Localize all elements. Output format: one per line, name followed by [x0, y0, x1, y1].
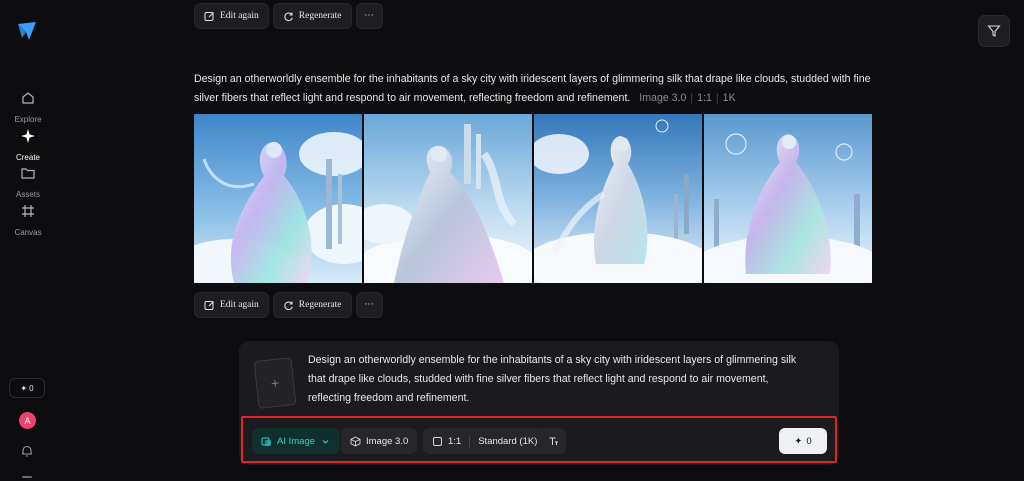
nav-create-label: Create: [15, 153, 40, 162]
credits-count: 0: [29, 383, 34, 393]
regenerate-label: Regenerate: [298, 300, 342, 310]
edit-again-label: Edit again: [220, 11, 259, 21]
home-icon: [22, 92, 34, 104]
sidebar: Explore Create Assets Canvas ✦ 0 A: [0, 0, 56, 481]
model-label: Image 3.0: [366, 435, 409, 447]
sparkle-icon: [21, 129, 35, 143]
ratio-label: 1:1: [448, 435, 462, 447]
text-style-button[interactable]: [541, 428, 566, 454]
refresh-icon: [284, 301, 293, 310]
generated-images: [194, 114, 872, 283]
meta-model: Image 3.0: [639, 92, 687, 104]
image-3-art: [534, 114, 702, 283]
plus-icon: +: [270, 374, 280, 392]
regenerate-button[interactable]: Regenerate: [272, 292, 352, 318]
quality-label: Standard (1K): [478, 435, 538, 447]
logo-star-icon[interactable]: [16, 20, 38, 42]
ai-image-icon: [261, 437, 271, 446]
credits-pill[interactable]: ✦ 0: [9, 378, 45, 398]
divider: [469, 435, 471, 447]
chevron-down-icon: [322, 439, 329, 444]
folder-icon: [21, 168, 35, 179]
more-button[interactable]: ···: [355, 292, 383, 318]
text-format-icon: [549, 437, 558, 445]
edit-again-label: Edit again: [220, 300, 259, 310]
generate-button[interactable]: ✦ 0: [779, 428, 827, 454]
nav-assets[interactable]: Assets: [0, 165, 56, 202]
reference-image-upload[interactable]: +: [253, 357, 297, 409]
mode-label: AI Image: [277, 435, 316, 447]
more-button[interactable]: ···: [355, 3, 383, 29]
generate-cost: 0: [806, 435, 812, 447]
nav-canvas-label: Canvas: [14, 228, 42, 237]
mode-select[interactable]: AI Image: [252, 428, 341, 454]
nav-create[interactable]: Create: [0, 128, 56, 165]
filter-button[interactable]: [978, 15, 1010, 47]
edit-icon: [204, 300, 214, 310]
filter-icon: [987, 25, 1001, 37]
generation-prompt: Design an otherworldly ensemble for the …: [194, 70, 894, 108]
prompt-text: Design an otherworldly ensemble for the …: [194, 73, 871, 104]
refresh-icon: [284, 12, 293, 21]
generated-image-3[interactable]: [534, 114, 702, 283]
credit-icon: ✦: [20, 383, 28, 393]
size-select[interactable]: 1:1 Standard (1K): [423, 428, 547, 454]
generated-image-2[interactable]: [364, 114, 532, 283]
image-4-art: [704, 114, 872, 283]
regenerate-label: Regenerate: [298, 11, 342, 21]
generated-image-1[interactable]: [194, 114, 362, 283]
regenerate-button[interactable]: Regenerate: [272, 3, 352, 29]
cube-icon: [350, 435, 361, 447]
meta-ratio: 1:1: [697, 92, 712, 104]
nav-assets-label: Assets: [15, 190, 40, 199]
edit-icon: [204, 11, 214, 21]
more-icon: ···: [364, 11, 374, 21]
nav-explore[interactable]: Explore: [0, 90, 56, 127]
aspect-ratio-icon: [433, 436, 442, 446]
nav-canvas[interactable]: Canvas: [0, 203, 56, 240]
generated-image-4[interactable]: [704, 114, 872, 283]
avatar[interactable]: A: [19, 412, 36, 429]
image-1-art: [194, 114, 362, 283]
more-icon: ···: [364, 300, 374, 310]
image-2-art: [364, 114, 532, 283]
menu-handle[interactable]: [22, 476, 32, 478]
generation-meta: Image 3.0 | 1:1 | 1K: [639, 92, 736, 104]
nav-explore-label: Explore: [14, 115, 42, 124]
bell-icon[interactable]: [20, 444, 34, 458]
edit-again-button[interactable]: Edit again: [194, 292, 269, 318]
grid-icon: [22, 205, 34, 217]
action-row-top: Edit again Regenerate ···: [194, 3, 383, 29]
prompt-input[interactable]: Design an otherworldly ensemble for the …: [308, 351, 808, 408]
generate-icon: ✦: [794, 435, 803, 447]
action-row-bottom: Edit again Regenerate ···: [194, 292, 383, 318]
edit-again-button[interactable]: Edit again: [194, 3, 269, 29]
model-select[interactable]: Image 3.0: [341, 428, 418, 454]
meta-resolution: 1K: [722, 92, 736, 104]
